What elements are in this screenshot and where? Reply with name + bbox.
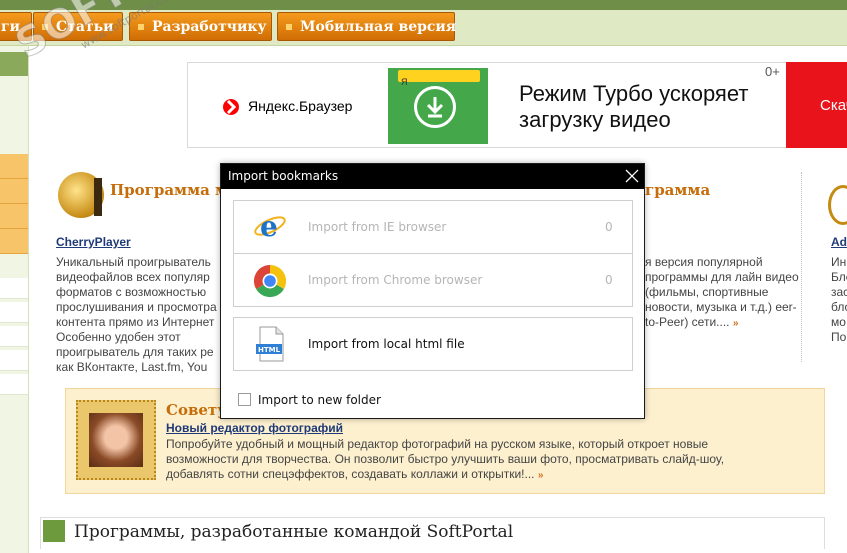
chrome-bookmark-count: 0 [605,273,613,287]
section-heading-icon [43,520,65,542]
import-html-file-option[interactable]: Import from local html file [308,337,465,351]
advice-description: Попробуйте удобный и мощный редактор фот… [166,437,766,483]
nav-tab-label: Разработчику [152,19,267,35]
program-section-title: граммa [645,181,711,199]
sidebar-item[interactable] [0,278,28,299]
nav-bullet-icon [286,24,292,30]
ad-cta-label: Скачать [820,97,847,114]
advice-link[interactable]: Новый редактор фотографий [166,421,343,435]
ad-headline-line2: загрузку видео [519,107,671,132]
ad-age-rating: 0+ [765,64,780,79]
html-file-icon-text: HTML [258,346,281,354]
advice-description-text: Попробуйте удобный и мощный редактор фот… [166,437,725,481]
left-sidebar [0,46,29,553]
download-arrow-icon [414,86,456,128]
sidebar-item[interactable] [0,350,28,371]
sidebar-item[interactable] [0,204,28,229]
program-description-text: Уникальный проигрыватель видеофайлов все… [56,255,217,374]
chrome-icon [253,264,287,298]
column-divider [801,172,803,362]
program-description-text: я версия популярной программы для лайн в… [645,255,799,329]
ie-icon: e [254,210,286,243]
nav-tab-label: Мобильная версия [300,19,457,35]
advice-photo[interactable] [89,413,143,467]
program-description: Уникальный проигрыватель видеофайлов все… [56,255,222,375]
ad-headline-line1: Режим Турбо ускоряет [519,81,749,106]
ie-bookmark-count: 0 [605,220,613,234]
nav-tab-developer[interactable]: Разработчику [129,12,272,41]
program-section-title: Программа ме [110,181,238,199]
new-folder-checkbox[interactable] [238,393,251,406]
nav-bullet-icon [138,24,144,30]
program-link-cherryplayer[interactable]: CherryPlayer [56,235,131,249]
sidebar-item[interactable] [0,302,28,323]
program-description: я версия популярной программы для лайн в… [645,255,805,331]
sidebar-item[interactable] [0,374,28,395]
html-file-icon: HTML [256,326,284,362]
ad-cta-button[interactable]: Скачать [786,62,847,148]
close-icon[interactable] [622,166,642,186]
more-arrow-icon[interactable]: » [538,470,544,481]
nav-tab-mobile[interactable]: Мобильная версия [277,12,457,41]
ad-tab-letter: Я [401,77,408,87]
import-ie-option[interactable]: Import from IE browser [308,220,446,234]
sidebar-item[interactable] [0,154,28,179]
new-folder-checkbox-label[interactable]: Import to new folder [258,393,381,407]
yandex-browser-logo-icon [223,99,239,115]
ad-browser-tab: Я [398,70,480,87]
more-arrow-icon[interactable]: » [733,318,739,329]
cherryplayer-icon-bar [94,178,102,216]
program-link[interactable]: Ad [831,235,847,249]
sidebar-item[interactable] [0,326,28,347]
option-separator [234,253,632,254]
import-chrome-option[interactable]: Import from Chrome browser [308,273,482,287]
section-heading-title: Программы, разработанные командой SoftPo… [74,522,514,542]
program-description: Ин Бле зас бло мо По [831,255,847,344]
dialog-title: Import bookmarks [228,169,339,183]
ad-brand-name: Яндекс.Браузер [248,98,353,114]
svg-text:e: e [260,210,278,243]
sidebar-item[interactable] [0,229,28,254]
sidebar-item[interactable] [0,179,28,204]
